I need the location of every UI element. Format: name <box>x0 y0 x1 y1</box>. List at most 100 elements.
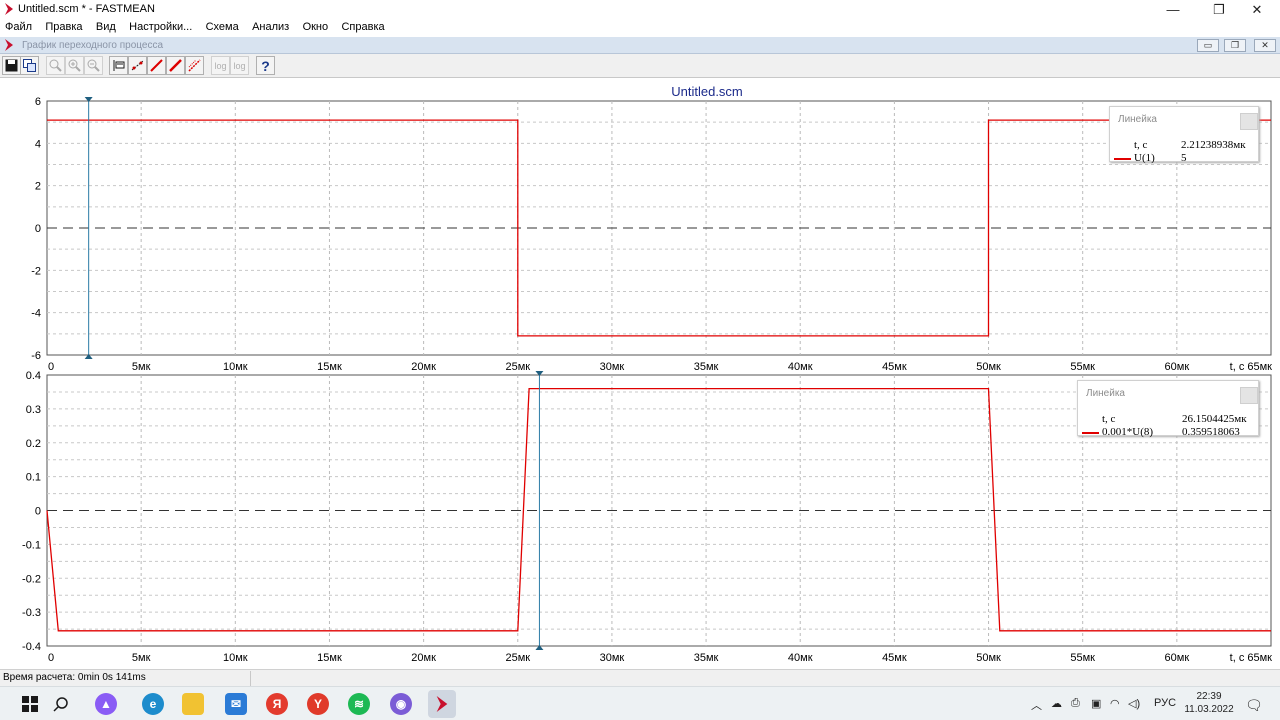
y-tick-label: -2 <box>31 265 41 277</box>
fastmean-taskbar-icon[interactable] <box>428 690 456 718</box>
x-tick-label: 60мк <box>1165 652 1190 664</box>
zoom-in-button[interactable] <box>65 56 84 75</box>
x-tick-label: 50мк <box>976 652 1001 664</box>
ruler-panel-bottom[interactable]: Линейка t, c 26.1504425мк 0.001*U(8) 0.3… <box>1077 380 1260 439</box>
zoom-out-icon <box>87 59 100 72</box>
edge-icon[interactable]: e <box>142 693 164 715</box>
search-icon[interactable] <box>50 693 72 715</box>
usb-icon[interactable]: ⎙ <box>1071 697 1080 710</box>
x-tick-label: 5мк <box>132 652 151 664</box>
ruler-button[interactable] <box>109 56 128 75</box>
ruler-series-label: U(1) <box>1134 152 1155 164</box>
subwindow-restore-button[interactable]: ❐ <box>1224 39 1246 52</box>
menu-help[interactable]: Справка <box>336 19 389 33</box>
language-indicator[interactable]: РУС <box>1154 697 1176 709</box>
log-y-button[interactable]: log <box>230 56 249 75</box>
y-tick-label: -0.4 <box>22 641 41 653</box>
y-tick-label: -4 <box>31 308 41 320</box>
subwindow-close-button[interactable]: ✕ <box>1254 39 1276 52</box>
mail-icon[interactable]: ✉ <box>225 693 247 715</box>
x-tick-label: 40мк <box>788 361 813 373</box>
ruler-series-label: 0.001*U(8) <box>1102 426 1154 438</box>
menu-edit[interactable]: Правка <box>40 19 87 33</box>
points-button[interactable] <box>128 56 147 75</box>
subwindow-minimize-button[interactable]: ▭ <box>1197 39 1219 52</box>
clock[interactable]: 22:39 11.03.2022 <box>1180 690 1238 716</box>
copy-button[interactable] <box>20 56 39 75</box>
yandex-browser-icon[interactable]: Y <box>307 693 329 715</box>
yandex-icon[interactable]: Я <box>266 693 288 715</box>
x-tick-label: 45мк <box>882 361 907 373</box>
log-x-icon: log <box>214 60 227 71</box>
x-tick-label: 60мк <box>1165 361 1190 373</box>
x-tick-label: 15мк <box>317 652 342 664</box>
x-tick-label: t, c 65мк <box>1230 652 1273 664</box>
y-tick-label: 6 <box>35 96 41 108</box>
line-red-button[interactable] <box>166 56 185 75</box>
calc-time-status: Время расчета: 0min 0s 141ms <box>3 672 146 683</box>
save-button[interactable] <box>2 56 21 75</box>
y-tick-label: 0.2 <box>26 438 41 450</box>
ruler-time-label: t, c <box>1102 413 1116 425</box>
menu-file[interactable]: Файл <box>0 19 37 33</box>
explorer-icon[interactable] <box>182 693 204 715</box>
series-color-swatch <box>1114 158 1131 160</box>
menu-scheme[interactable]: Схема <box>201 19 244 33</box>
window-title: Untitled.scm * - FASTMEAN <box>18 3 155 15</box>
ruler-close-button[interactable] <box>1240 387 1258 404</box>
zoom-out-button[interactable] <box>84 56 103 75</box>
tray-chevron-icon[interactable]: ︿ <box>1031 697 1042 713</box>
ruler-icon <box>113 60 125 71</box>
notifications-icon[interactable]: 🗨 <box>1245 697 1263 714</box>
close-button[interactable]: ✕ <box>1234 0 1280 19</box>
x-tick-label: 25мк <box>505 652 530 664</box>
x-tick-label: 0 <box>48 652 54 664</box>
x-tick-label: 25мк <box>505 361 530 373</box>
ruler-title: Линейка <box>1086 388 1125 399</box>
x-tick-label: 55мк <box>1070 361 1095 373</box>
subwindow-title-bar: График переходного процесса ▭ ❐ ✕ <box>0 37 1280 54</box>
menu-bar: Файл Правка Вид Настройки... Схема Анали… <box>0 19 1280 37</box>
x-tick-label: 30мк <box>600 361 625 373</box>
help-button[interactable]: ? <box>256 56 275 75</box>
x-tick-label: 20мк <box>411 652 436 664</box>
windows-start-icon[interactable] <box>19 693 41 715</box>
line-icon <box>150 59 163 72</box>
x-tick-label: 35мк <box>694 652 719 664</box>
discord-icon[interactable]: ◉ <box>390 693 412 715</box>
minimize-button[interactable]: — <box>1150 0 1196 19</box>
line-red-icon <box>169 59 182 72</box>
volume-icon[interactable]: ◁) <box>1128 697 1140 710</box>
plots-svg: Untitled.scm0 5мк 10мк 15мк 20мк 25мк 30мк 35мк… <box>22 84 1273 664</box>
spotify-icon[interactable]: ≋ <box>348 693 370 715</box>
menu-window[interactable]: Окно <box>298 19 334 33</box>
ruler-close-button[interactable] <box>1240 113 1258 130</box>
clock-time: 22:39 <box>1196 691 1222 702</box>
ruler-panel-top[interactable]: Линейка t, c 2.21238938мк U(1) 5 <box>1109 106 1259 164</box>
x-tick-label: 10мк <box>223 652 248 664</box>
copy-icon <box>23 59 36 72</box>
log-x-button[interactable]: log <box>211 56 230 75</box>
menu-view[interactable]: Вид <box>91 19 121 33</box>
wifi-icon[interactable]: ◠ <box>1110 697 1120 710</box>
y-tick-label: 0.4 <box>26 370 41 382</box>
onedrive-icon[interactable]: ☁ <box>1051 697 1062 710</box>
menu-settings[interactable]: Настройки... <box>124 19 197 33</box>
x-tick-label: 40мк <box>788 652 813 664</box>
fastmean-app-icon <box>5 3 13 15</box>
ruler-series-row: 0.001*U(8) 0.359518063 <box>1078 426 1260 439</box>
series-color-swatch <box>1082 432 1099 434</box>
menu-analysis[interactable]: Анализ <box>247 19 294 33</box>
status-bar: Время расчета: 0min 0s 141ms <box>0 669 1280 686</box>
alice-icon[interactable]: ▲ <box>95 693 117 715</box>
zoom-button[interactable] <box>46 56 65 75</box>
title-bar: Untitled.scm * - FASTMEAN — ❐ ✕ <box>0 0 1280 19</box>
subwindow-title: График переходного процесса <box>22 40 164 51</box>
line-button[interactable] <box>147 56 166 75</box>
y-tick-label: -0.1 <box>22 539 41 551</box>
x-tick-label: 45мк <box>882 652 907 664</box>
network-icon[interactable]: ▣ <box>1091 697 1101 710</box>
ruler-time-value: 2.21238938мк <box>1181 139 1246 151</box>
y-tick-label: 0.3 <box>26 404 41 416</box>
grid-button[interactable] <box>185 56 204 75</box>
